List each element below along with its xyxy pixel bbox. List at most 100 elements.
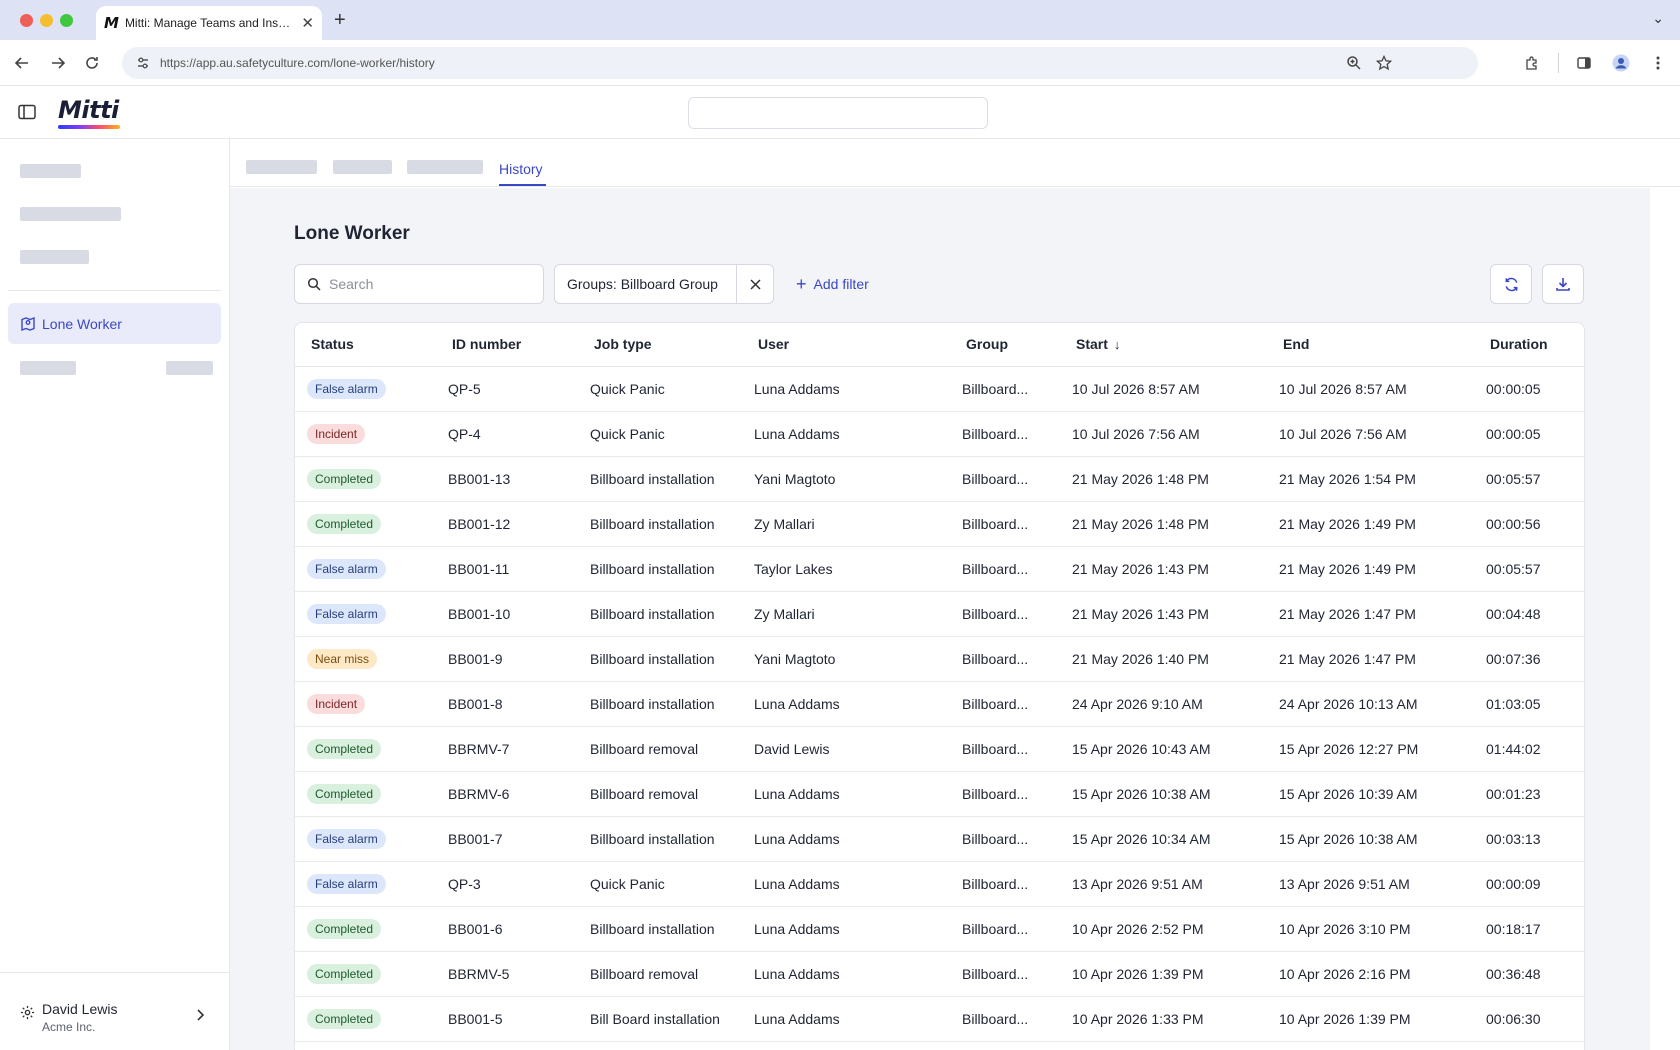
table-row[interactable]: False alarm BB001-7 Billboard installation… <box>295 816 1584 862</box>
status-cell: False alarm <box>295 366 436 412</box>
app-logo[interactable]: Mitti <box>58 96 119 124</box>
close-tab-icon[interactable]: ✕ <box>301 14 314 32</box>
tab-placeholder[interactable] <box>407 160 483 174</box>
table-row[interactable]: False alarm BB001-11 Billboard installatio… <box>295 546 1584 592</box>
favicon-icon: M <box>104 14 119 32</box>
group-cell: Billboard... <box>950 501 1060 547</box>
filter-chip[interactable]: Groups: Billboard Group <box>554 264 774 304</box>
column-header-start-label: Start <box>1076 336 1108 353</box>
zoom-icon[interactable] <box>1342 51 1366 75</box>
sort-descending-icon[interactable]: ↓ <box>1114 337 1121 352</box>
duration-cell: 00:04:48 <box>1474 591 1584 637</box>
sidebar-item-placeholder[interactable] <box>20 164 81 178</box>
table-row[interactable]: Near miss BB001-9 Billboard installation Ya… <box>295 636 1584 682</box>
url-text: https://app.au.safetyculture.com/lone-wo… <box>160 56 435 70</box>
table-row[interactable]: False alarm QP-3 Quick Panic Luna Addams Bil… <box>295 861 1584 907</box>
chevron-down-icon[interactable]: ⌄ <box>1652 10 1664 27</box>
sidebar-toggle-icon[interactable] <box>18 104 36 125</box>
lone-worker-icon <box>21 316 35 331</box>
end-cell: 10 Jul 2026 7:56 AM <box>1267 411 1474 457</box>
start-cell: 21 May 2026 1:43 PM <box>1060 591 1267 637</box>
table-row[interactable]: Incident QP-4 Quick Panic Luna Addams Billbo… <box>295 411 1584 457</box>
status-badge: Near miss <box>307 648 378 669</box>
column-header-duration[interactable]: Duration <box>1474 323 1584 367</box>
group-cell: Billboard... <box>950 591 1060 637</box>
job-type-cell: Billboard installation <box>578 546 742 592</box>
site-settings-icon[interactable] <box>136 56 150 70</box>
duration-cell: 01:44:02 <box>1474 726 1584 772</box>
column-header-user[interactable]: User <box>742 323 950 367</box>
column-header-end[interactable]: End <box>1267 323 1474 367</box>
duration-cell: 00:00:56 <box>1474 501 1584 547</box>
column-header-job-type[interactable]: Job type <box>578 323 742 367</box>
table-row[interactable]: Incident BB001-8 Billboard installation Lun… <box>295 681 1584 727</box>
status-badge: Completed <box>307 963 382 984</box>
address-bar[interactable]: https://app.au.safetyculture.com/lone-wo… <box>122 47 1478 79</box>
refresh-button[interactable] <box>1490 264 1532 304</box>
window-minimize-button[interactable] <box>40 14 53 27</box>
tab-history[interactable]: History <box>499 161 543 177</box>
end-cell: 21 May 2026 1:47 PM <box>1267 636 1474 682</box>
group-cell: Billboard... <box>950 906 1060 952</box>
scrollbar-track[interactable] <box>1650 188 1680 1050</box>
table-row[interactable]: Completed BB001-13 Billboard installation Y… <box>295 456 1584 502</box>
sidebar-item-lone-worker[interactable]: Lone Worker <box>8 303 221 344</box>
status-cell: False alarm <box>295 591 436 637</box>
column-header-id[interactable]: ID number <box>436 323 578 367</box>
duration-cell: 00:03:13 <box>1474 816 1584 862</box>
table-row[interactable]: Completed BB001-6 Billboard installation Lu… <box>295 906 1584 952</box>
window-maximize-button[interactable] <box>60 14 73 27</box>
search-input[interactable] <box>329 276 529 292</box>
status-badge: Incident <box>307 423 366 444</box>
remove-filter-icon[interactable] <box>737 265 773 303</box>
table-row[interactable]: Completed BBRMV-5 Billboard removal Luna Ad… <box>295 951 1584 997</box>
table-row[interactable]: Completed BBRMV-7 Billboard removal David L… <box>295 726 1584 772</box>
table-row[interactable]: Completed BB001-12 Billboard installation Z… <box>295 501 1584 547</box>
group-cell: Billboard... <box>950 726 1060 772</box>
end-cell: 21 May 2026 1:47 PM <box>1267 591 1474 637</box>
table-row[interactable]: Completed BBRMV-6 Billboard removal Luna Ad… <box>295 771 1584 817</box>
end-cell: 21 May 2026 1:49 PM <box>1267 546 1474 592</box>
status-badge: Completed <box>307 1008 382 1029</box>
global-search-input[interactable] <box>688 97 988 129</box>
status-cell: False alarm <box>295 546 436 592</box>
browser-tab[interactable]: M Mitti: Manage Teams and Inspect... ✕ <box>96 6 322 40</box>
window-close-button[interactable] <box>20 14 33 27</box>
extensions-icon[interactable] <box>1520 51 1544 75</box>
column-header-group[interactable]: Group <box>950 323 1060 367</box>
column-header-start[interactable]: Start ↓ <box>1060 323 1267 367</box>
status-cell: Near miss <box>295 636 436 682</box>
app-header: Mitti <box>0 86 1680 139</box>
bookmark-star-icon[interactable] <box>1372 51 1396 75</box>
side-panel-icon[interactable] <box>1572 51 1596 75</box>
chevron-right-icon[interactable] <box>196 1008 205 1026</box>
browser-menu-icon[interactable] <box>1646 51 1670 75</box>
table-row[interactable]: Completed BB001-5 Bill Board installation L… <box>295 996 1584 1042</box>
add-filter-label: Add filter <box>813 276 869 292</box>
user-name: David Lewis <box>42 1001 118 1017</box>
tab-placeholder[interactable] <box>246 160 317 174</box>
profile-avatar-icon[interactable] <box>1609 51 1633 75</box>
sidebar-item-placeholder[interactable] <box>20 361 76 375</box>
table-row[interactable]: False alarm BB001-10 Billboard installatio… <box>295 591 1584 637</box>
table-row[interactable]: False alarm QP-5 Quick Panic Luna Addams Bil… <box>295 366 1584 412</box>
tab-placeholder[interactable] <box>333 160 392 174</box>
back-icon[interactable] <box>10 51 34 75</box>
id-cell: BB001-7 <box>436 816 578 862</box>
sidebar-item-placeholder[interactable] <box>20 250 89 264</box>
add-filter-button[interactable]: + Add filter <box>796 264 869 304</box>
new-tab-icon[interactable]: + <box>334 9 346 32</box>
toolbar-divider <box>1558 53 1559 73</box>
end-cell: 15 Apr 2026 10:38 AM <box>1267 816 1474 862</box>
search-field[interactable] <box>294 264 544 304</box>
gear-icon[interactable] <box>20 1005 35 1025</box>
start-cell: 15 Apr 2026 10:34 AM <box>1060 816 1267 862</box>
reload-icon[interactable] <box>80 51 104 75</box>
filter-chip-label[interactable]: Groups: Billboard Group <box>555 265 737 303</box>
forward-icon[interactable] <box>46 51 70 75</box>
sidebar-item-placeholder[interactable] <box>20 207 121 221</box>
user-profile[interactable]: David Lewis Acme Inc. <box>0 972 229 1050</box>
download-button[interactable] <box>1542 264 1584 304</box>
start-cell: 10 Apr 2026 1:39 PM <box>1060 951 1267 997</box>
column-header-status[interactable]: Status <box>295 323 436 367</box>
